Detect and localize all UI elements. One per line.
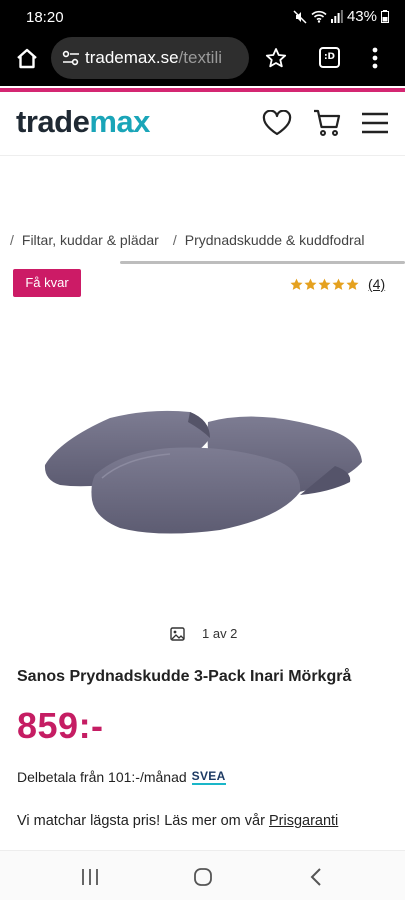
product-title: Sanos Prydnadskudde 3-Pack Inari Mörkgrå [17,668,352,685]
star-icon [332,278,345,290]
wifi-icon [311,10,327,23]
url-text[interactable]: trademax.se/textili [85,48,222,68]
site-header: trademax [0,92,405,156]
browser-menu-icon[interactable] [372,47,378,69]
mute-icon [293,9,307,24]
signal-icon [330,10,343,23]
android-navigation-bar [0,850,405,900]
product-price: 859:- [17,705,104,746]
rating-stars [290,278,359,291]
trademax-logo[interactable]: trademax [16,104,150,140]
logo-text-part1: trade [16,104,90,139]
battery-icon [381,10,389,23]
star-icon [318,278,331,290]
logo-text-part2: max [89,104,150,139]
recent-apps-icon[interactable] [81,868,99,886]
status-bar: 18:20 43% [0,0,405,34]
breadcrumb-link-prydnadskudde[interactable]: Prydnadskudde & kuddfodral [185,232,365,248]
installment-info: Delbetala från 101:-/månad SVEA [17,769,226,785]
back-icon[interactable] [309,867,323,887]
star-icon [346,278,359,290]
status-icons: 43% [293,8,389,25]
image-gallery-icon[interactable] [170,626,185,641]
star-icon [290,278,303,290]
svea-logo: SVEA [191,768,226,785]
image-counter-text: 1 av 2 [202,626,238,641]
review-count-link[interactable]: (4) [368,276,385,292]
low-stock-badge: Få kvar [13,269,81,297]
breadcrumb-separator: / [10,232,14,248]
status-time: 18:20 [26,9,64,26]
breadcrumb-separator: / [172,232,177,248]
hamburger-menu-icon[interactable] [362,112,388,134]
home-icon[interactable] [14,46,40,72]
star-icon [304,278,317,290]
home-nav-icon[interactable] [193,867,213,887]
url-path: /textili [178,48,223,67]
wishlist-heart-icon[interactable] [262,110,292,136]
site-settings-icon[interactable] [62,49,80,67]
breadcrumb: / Filtar, kuddar & plädar / Prydnadskudde &… [10,232,379,248]
battery-level: 43% [346,8,377,25]
browser-toolbar: trademax.se/textili :D [0,34,405,86]
image-counter: 1 av 2 [170,626,237,641]
price-guarantee-link[interactable]: Prisgaranti [269,813,338,829]
breadcrumb-link-filtar[interactable]: Filtar, kuddar & plädar [22,232,159,248]
url-host: trademax.se [85,48,179,67]
cart-icon[interactable] [312,108,342,138]
installment-text: Delbetala från 101:-/månad [17,769,187,785]
bookmark-star-icon[interactable] [265,47,287,69]
price-guarantee-text: Vi matchar lägsta pris! Läs mer om vår [17,813,265,829]
tabs-button[interactable]: :D [319,47,340,68]
address-bar[interactable]: trademax.se/textili [51,37,249,79]
product-rating[interactable]: (4) [290,276,385,292]
product-image[interactable] [30,400,375,550]
price-guarantee: Vi matchar lägsta pris! Läs mer om vår P… [17,813,338,829]
breadcrumb-scrollbar[interactable] [120,261,405,264]
